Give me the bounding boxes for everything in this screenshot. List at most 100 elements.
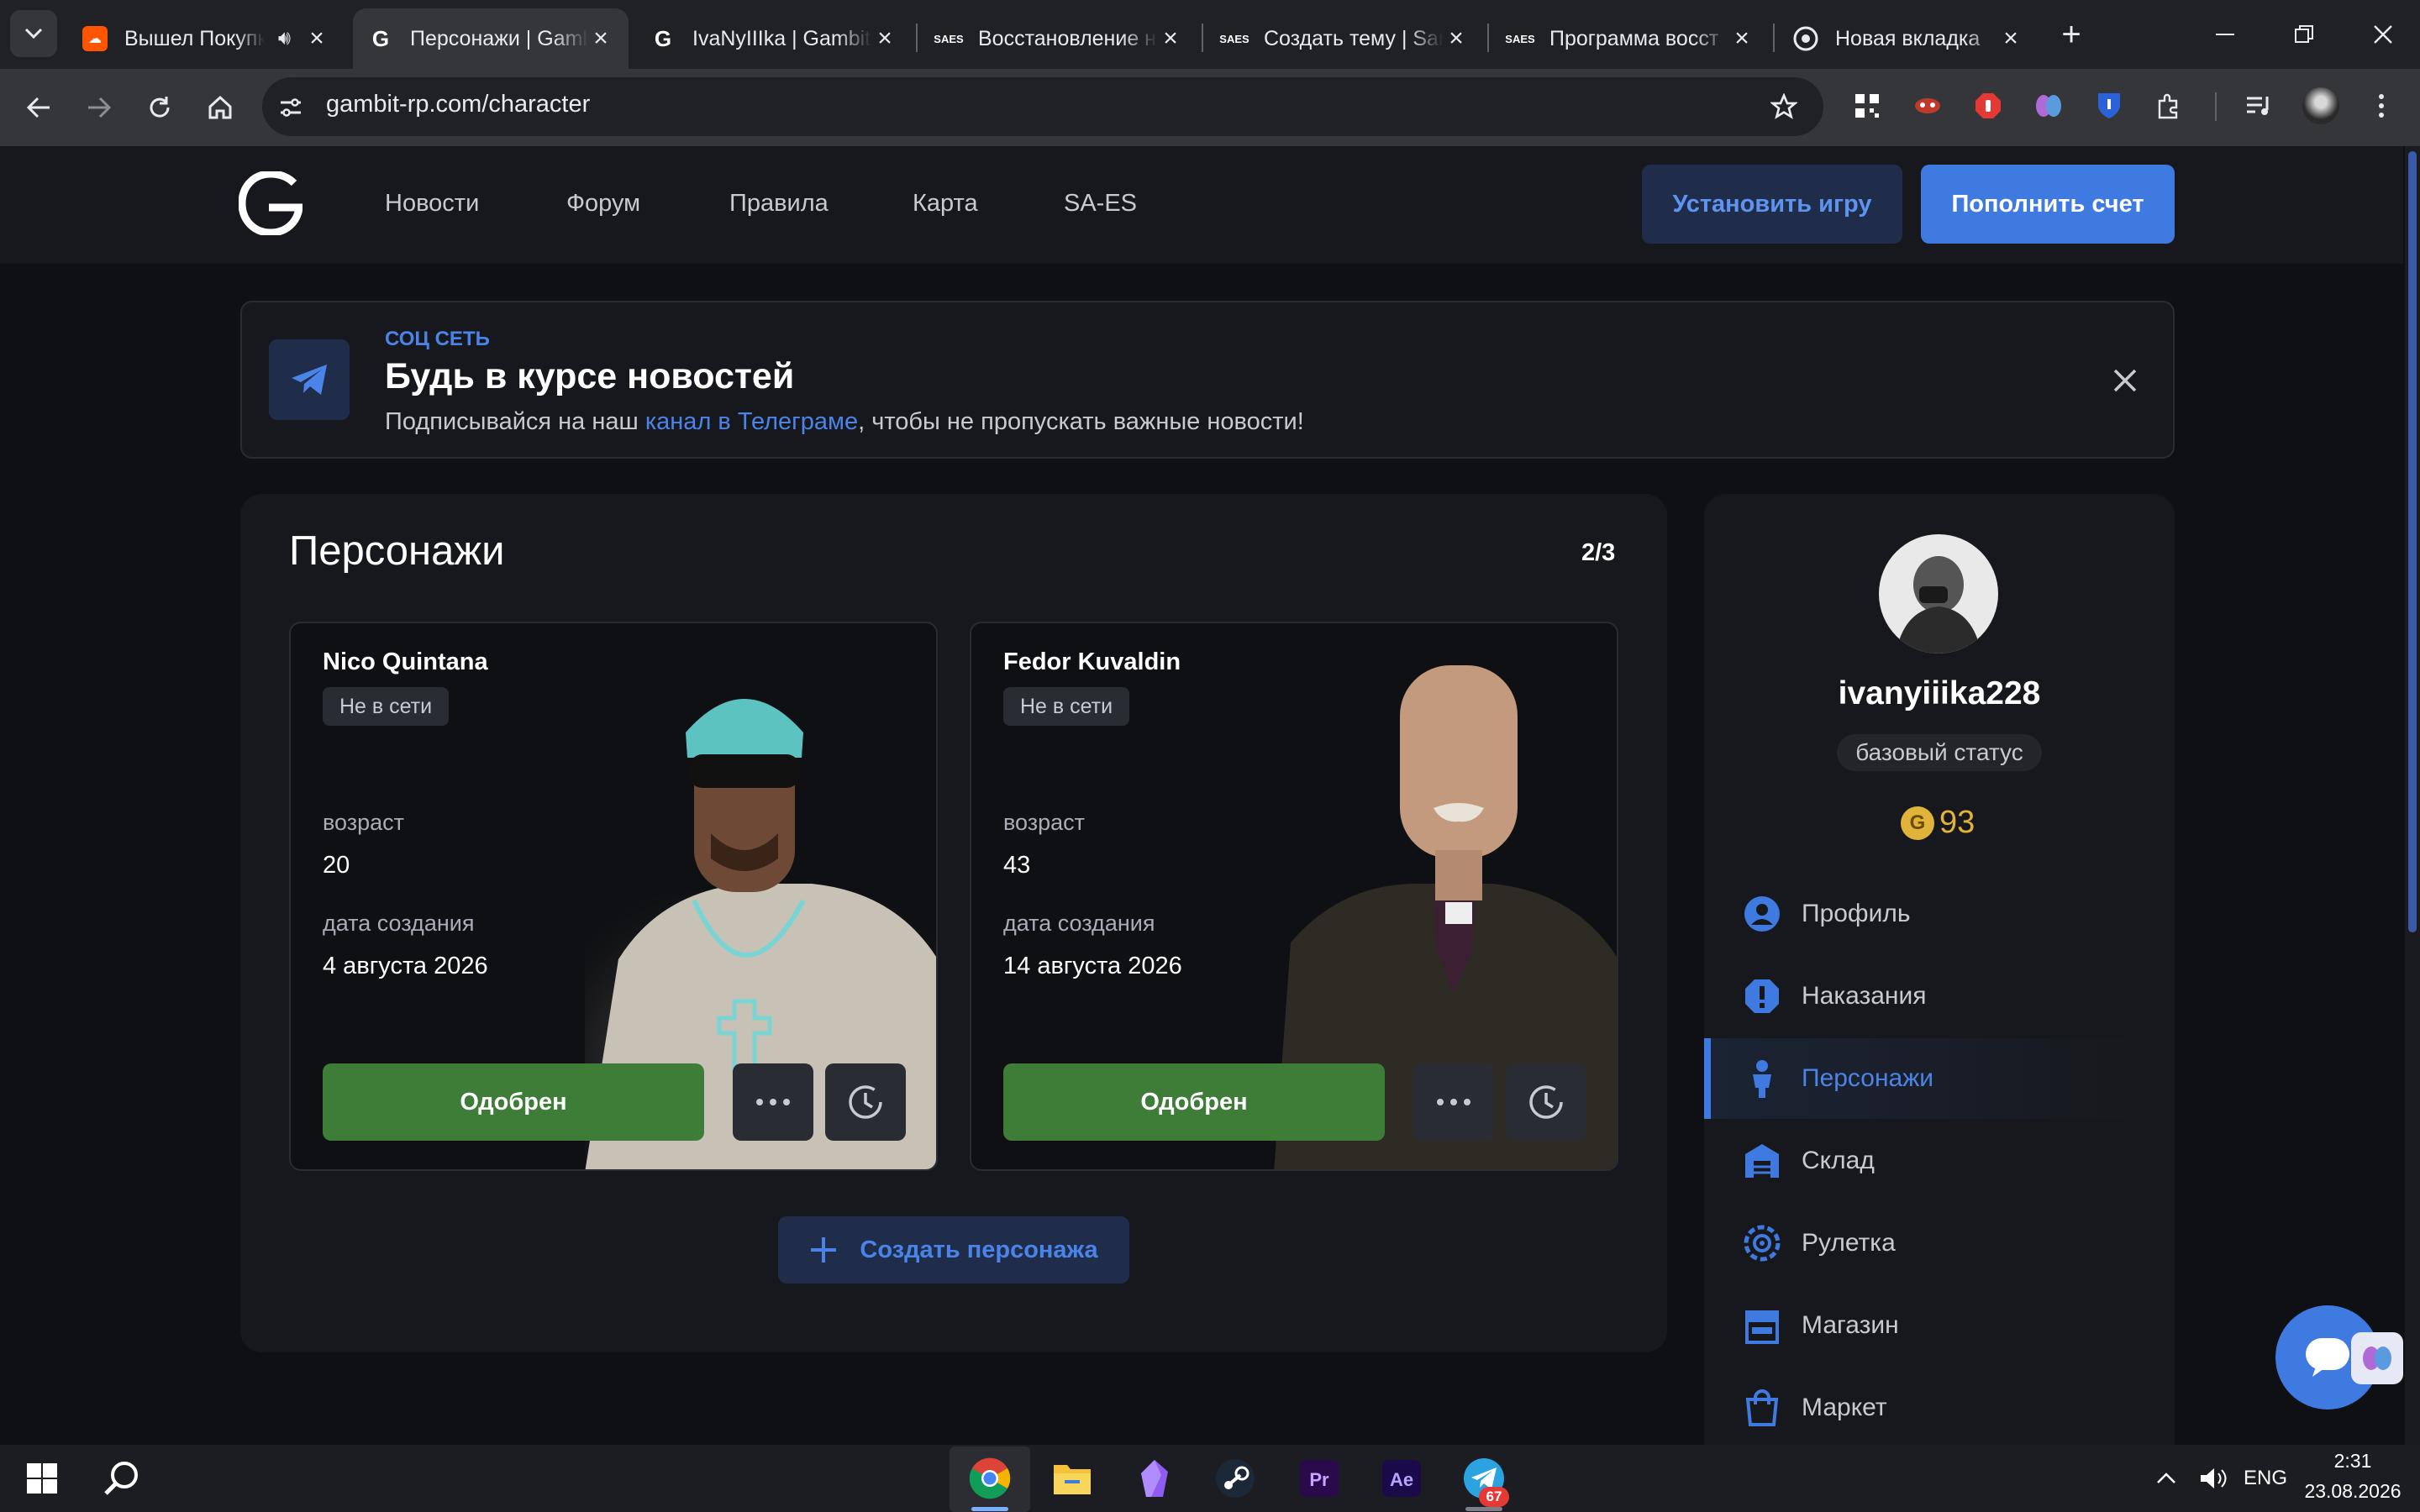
url-text[interactable]: gambit-rp.com/character [326, 91, 590, 118]
person-icon [1741, 1058, 1783, 1100]
approved-button[interactable]: Одобрен [323, 1063, 704, 1141]
profile-avatar[interactable] [2302, 87, 2339, 124]
warning-icon [1741, 975, 1783, 1017]
media-control-icon[interactable] [2240, 87, 2277, 124]
nav-forum[interactable]: Форум [566, 190, 640, 218]
bitwarden-icon[interactable] [2091, 87, 2128, 124]
gambit-coin-icon: G [1901, 806, 1934, 840]
site-logo[interactable] [238, 170, 304, 237]
create-character-button[interactable]: Создать персонажа [778, 1216, 1129, 1284]
tab-program[interactable]: SAES Программа восст × [1492, 8, 1770, 69]
more-options-button[interactable] [1413, 1063, 1494, 1141]
history-clock-icon [1529, 1085, 1563, 1119]
volume-icon[interactable] [2195, 1453, 2232, 1504]
username: ivanyiiika228 [1838, 675, 2041, 711]
minimize-icon[interactable] [2200, 13, 2250, 55]
menu-punishments[interactable]: Наказания [1704, 956, 2149, 1037]
menu-profile[interactable]: Профиль [1704, 874, 2149, 954]
more-dots-icon [1437, 1099, 1470, 1105]
age-value: 20 [323, 852, 350, 879]
browser-menu-icon[interactable] [2363, 87, 2400, 124]
speaker-icon[interactable]: 🔊︎ [278, 27, 291, 50]
forward-icon[interactable] [77, 86, 121, 129]
back-icon[interactable] [17, 86, 60, 129]
obsidian-icon[interactable] [1129, 1453, 1180, 1504]
plus-icon [811, 1237, 837, 1263]
close-tab-icon[interactable]: × [1729, 26, 1754, 51]
tab-soundcloud[interactable]: ☁ Вышел Покупка 🔊︎ × [67, 8, 345, 69]
reload-icon[interactable] [138, 86, 182, 129]
age-label: возраст [1003, 810, 1086, 835]
premiere-pro-icon[interactable]: Pr [1294, 1453, 1344, 1504]
nav-map[interactable]: Карта [913, 190, 978, 218]
keyboard-language[interactable]: ENG [2244, 1467, 2287, 1490]
created-value: 14 августа 2026 [1003, 953, 1182, 979]
banner-tag: СОЦ СЕТЬ [385, 328, 490, 350]
menu-warehouse[interactable]: Склад [1704, 1121, 2149, 1201]
clock-time[interactable]: 2:31 [2306, 1450, 2400, 1473]
more-dots-icon [756, 1099, 790, 1105]
windows-start-icon[interactable] [17, 1453, 67, 1504]
brain-extension-float-icon[interactable] [2351, 1332, 2403, 1384]
close-tab-icon[interactable]: × [1998, 26, 2023, 51]
close-tab-icon[interactable]: × [1444, 26, 1469, 51]
extensions-icon[interactable] [2151, 87, 2188, 124]
qr-extension-icon[interactable] [1849, 87, 1886, 124]
created-label: дата создания [323, 911, 475, 936]
nav-rules[interactable]: Правила [729, 190, 829, 218]
user-avatar[interactable] [1879, 534, 1998, 654]
banner-close-icon[interactable] [2104, 360, 2146, 402]
scrollbar-thumb[interactable] [2408, 151, 2417, 932]
menu-store[interactable]: Магазин [1704, 1285, 2149, 1366]
svg-text:Ae: Ae [1390, 1469, 1413, 1490]
nav-saes[interactable]: SA-ES [1064, 190, 1137, 218]
chevron-down-icon [24, 28, 43, 39]
brain-extension-icon[interactable] [2030, 87, 2067, 124]
character-count: 2/3 [1581, 539, 1616, 566]
bookmark-star-icon[interactable] [1765, 87, 1803, 126]
telegram-channel-link[interactable]: канал в Телеграме [645, 408, 858, 435]
clock-date[interactable]: 23.08.2026 [2302, 1480, 2403, 1503]
banner-title: Будь в курсе новостей [385, 356, 795, 396]
tab-restore[interactable]: SAES Восстановление на × [921, 8, 1198, 69]
new-tab-icon[interactable]: + [2050, 16, 2092, 53]
restore-icon[interactable] [2279, 13, 2329, 55]
home-icon[interactable] [198, 86, 242, 129]
tab-characters[interactable]: G Персонажи | Gambit × [353, 8, 629, 69]
site-info-icon[interactable] [274, 91, 308, 124]
menu-roulette[interactable]: Рулетка [1704, 1203, 2149, 1284]
close-tab-icon[interactable]: × [1158, 26, 1183, 51]
tab-search-button[interactable] [10, 10, 57, 57]
topup-button[interactable]: Пополнить счет [1921, 165, 2175, 244]
close-tab-icon[interactable]: × [588, 26, 613, 51]
banner-text: Подписывайся на наш канал в Телеграме, ч… [385, 408, 1304, 435]
search-icon[interactable] [96, 1453, 146, 1504]
menu-characters[interactable]: Персонажи [1704, 1038, 2149, 1119]
chrome-icon[interactable] [965, 1453, 1015, 1504]
tab-new[interactable]: Новая вкладка × [1778, 8, 2039, 69]
close-tab-icon[interactable]: × [872, 26, 897, 51]
file-explorer-icon[interactable] [1047, 1453, 1097, 1504]
chat-bubble-icon [2306, 1338, 2349, 1377]
nav-news[interactable]: Новости [385, 190, 479, 218]
status-badge: Не в сети [1003, 687, 1129, 726]
coins-balance: G 93 [1901, 805, 1975, 841]
adblock-icon[interactable] [1970, 87, 2007, 124]
more-options-button[interactable] [733, 1063, 813, 1141]
tray-chevron-up-icon[interactable] [2149, 1453, 2183, 1504]
history-button[interactable] [825, 1063, 906, 1141]
after-effects-icon[interactable]: Ae [1376, 1453, 1427, 1504]
mask-extension-icon[interactable] [1909, 87, 1946, 124]
store-icon [1741, 1305, 1783, 1347]
close-tab-icon[interactable]: × [304, 26, 329, 51]
menu-market[interactable]: Маркет [1704, 1368, 2149, 1448]
close-window-icon[interactable] [2358, 13, 2408, 55]
tab-ivanyiiika[interactable]: G IvaNyIIIka | Gambit × [635, 8, 913, 69]
tab-separator [1487, 24, 1489, 52]
history-button[interactable] [1506, 1063, 1586, 1141]
install-game-button[interactable]: Установить игру [1642, 165, 1902, 244]
page-title: Персонажи [289, 528, 505, 574]
steam-icon[interactable] [1210, 1453, 1260, 1504]
approved-button[interactable]: Одобрен [1003, 1063, 1385, 1141]
tab-create-topic[interactable]: SAES Создать тему | San × [1207, 8, 1484, 69]
